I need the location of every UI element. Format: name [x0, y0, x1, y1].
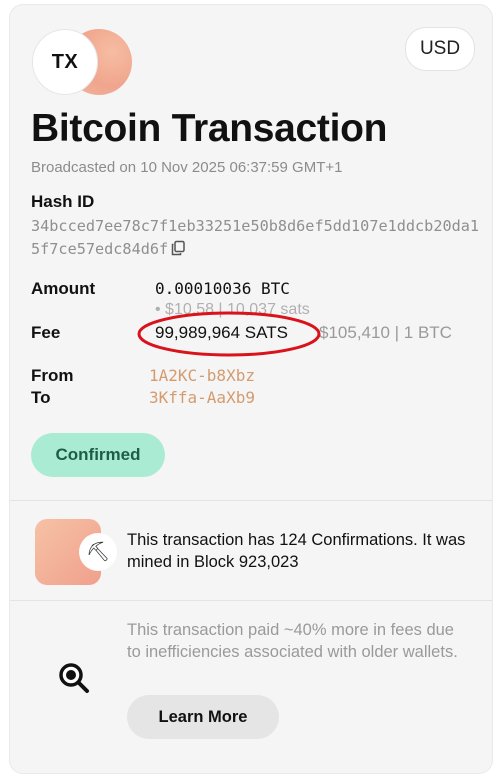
section-divider	[10, 600, 492, 601]
page-title: Bitcoin Transaction	[31, 107, 388, 150]
hash-id-field: 34bcced7ee78c7f1eb33251e50b8d6ef5dd107e1…	[31, 215, 481, 261]
fee-note-text: This transaction paid ~40% more in fees …	[127, 621, 458, 661]
amount-value: 0.00010036 BTC	[155, 279, 290, 298]
transaction-card: TX USD Bitcoin Transaction Broadcasted o…	[9, 4, 493, 774]
hash-id-label: Hash ID	[31, 192, 95, 211]
to-label: To	[31, 388, 51, 407]
currency-toggle-button[interactable]: USD	[405, 27, 475, 71]
from-address-link[interactable]: 1A2KC-b8Xbz	[149, 366, 255, 385]
section-divider	[10, 500, 492, 501]
tx-badge: TX	[32, 29, 98, 95]
broadcast-timestamp: Broadcasted on 10 Nov 2025 06:37:59 GMT+…	[31, 159, 343, 176]
to-address-link[interactable]: 3Kffa-AaXb9	[149, 388, 255, 407]
hash-id-value[interactable]: 34bcced7ee78c7f1eb33251e50b8d6ef5dd107e1…	[31, 217, 479, 258]
learn-more-button[interactable]: Learn More	[127, 695, 279, 739]
from-label: From	[31, 366, 74, 385]
amount-label: Amount	[31, 279, 96, 298]
tx-avatar: TX	[32, 29, 132, 95]
fee-highlight-ellipse	[137, 311, 321, 357]
pickaxe-icon: ⛏	[79, 533, 117, 571]
copy-icon[interactable]	[170, 240, 186, 256]
fee-fiat-btc: $105,410 | 1 BTC	[319, 323, 452, 342]
magnifier-icon	[59, 663, 89, 693]
confirmations-text: This transaction has 124 Confirmations. …	[127, 531, 466, 571]
fee-label: Fee	[31, 323, 61, 342]
status-badge: Confirmed	[31, 433, 165, 477]
